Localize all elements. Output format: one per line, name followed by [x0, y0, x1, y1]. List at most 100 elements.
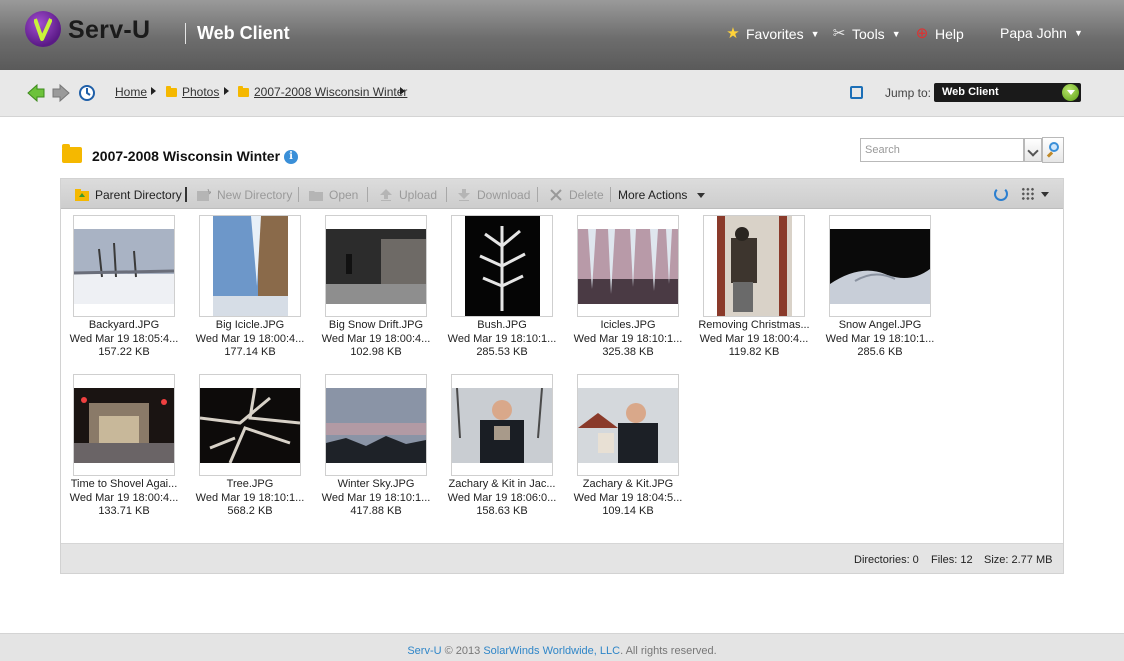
file-name: Zachary & Kit.JPG	[582, 478, 674, 490]
open-button[interactable]: Open	[309, 188, 358, 202]
file-date: Wed Mar 19 18:10:1...	[321, 491, 431, 504]
file-date: Wed Mar 19 18:10:1...	[825, 332, 935, 345]
file-date: Wed Mar 19 18:00:4...	[69, 491, 179, 504]
upload-label: Upload	[399, 188, 438, 202]
footer-product-link[interactable]: Serv-U	[407, 645, 441, 657]
file-size: 417.88 KB	[350, 505, 402, 517]
external-link-icon[interactable]	[850, 86, 863, 99]
breadcrumb-arrow-icon	[224, 87, 229, 95]
file-size: 102.98 KB	[350, 346, 402, 358]
file-date: Wed Mar 19 18:06:0...	[447, 491, 557, 504]
refresh-icon[interactable]	[994, 187, 1008, 201]
app-header: Serv-U Web Client ★ Favorites ▼ ✂ Tools …	[0, 0, 1124, 70]
new-folder-icon	[197, 189, 211, 201]
help-link[interactable]: ⊕ Help	[913, 25, 964, 43]
breadcrumb-current[interactable]: 2007-2008 Wisconsin Winter	[238, 85, 407, 99]
folder-icon	[166, 85, 177, 97]
folder-icon	[62, 144, 82, 163]
back-arrow-icon[interactable]	[26, 83, 46, 103]
file-date: Wed Mar 19 18:00:4...	[321, 332, 431, 345]
file-tile[interactable]: Time to Shovel Agai... Wed Mar 19 18:00:…	[61, 374, 187, 519]
new-directory-label: New Directory	[217, 188, 293, 202]
search-input[interactable]	[860, 138, 1024, 162]
file-tile[interactable]: Zachary & Kit in Jac... Wed Mar 19 18:06…	[439, 374, 565, 519]
user-name: Papa John	[1000, 25, 1067, 41]
file-size: 568.2 KB	[227, 505, 273, 517]
file-tile[interactable]: Bush.JPG Wed Mar 19 18:10:1... 285.53 KB	[439, 215, 565, 360]
file-tile[interactable]: Tree.JPG Wed Mar 19 18:10:1... 568.2 KB	[187, 374, 313, 519]
tools-menu[interactable]: ✂ Tools ▼	[830, 25, 901, 43]
file-size: 158.63 KB	[476, 505, 528, 517]
file-tile[interactable]: Zachary & Kit.JPG Wed Mar 19 18:04:5... …	[565, 374, 691, 519]
grid-view-icon[interactable]	[1021, 187, 1035, 201]
download-label: Download	[477, 188, 531, 202]
file-name: Backyard.JPG	[88, 319, 160, 331]
footer-copyright: © 2013	[441, 645, 484, 657]
thumbnail-image	[73, 215, 175, 317]
favorites-label: Favorites	[746, 26, 804, 42]
total-size: Size: 2.77 MB	[984, 554, 1053, 566]
new-directory-button[interactable]: New Directory	[197, 188, 292, 202]
file-name: Bush.JPG	[477, 319, 527, 331]
directories-count: Directories: 0	[854, 554, 919, 566]
file-date: Wed Mar 19 18:10:1...	[447, 332, 557, 345]
file-size: 119.82 KB	[728, 346, 780, 358]
jump-to-select[interactable]: Web Client	[934, 83, 1081, 102]
search-icon-handle	[1046, 151, 1054, 158]
file-tile[interactable]: Big Icicle.JPG Wed Mar 19 18:00:4... 177…	[187, 215, 313, 360]
file-tile[interactable]: Snow Angel.JPG Wed Mar 19 18:10:1... 285…	[817, 215, 943, 360]
history-clock-icon[interactable]	[77, 83, 97, 103]
file-name: Big Icicle.JPG	[215, 319, 285, 331]
parent-directory-button[interactable]: Parent Directory	[75, 188, 182, 202]
file-tile[interactable]: Backyard.JPG Wed Mar 19 18:05:4... 157.2…	[61, 215, 187, 360]
upload-button[interactable]: Upload	[379, 188, 437, 202]
download-button[interactable]: Download	[457, 188, 530, 202]
footer-rights: . All rights reserved.	[620, 645, 717, 657]
search-options-chevron-icon[interactable]	[1024, 138, 1042, 162]
file-tile[interactable]: Big Snow Drift.JPG Wed Mar 19 18:00:4...…	[313, 215, 439, 360]
breadcrumb-arrow-icon	[400, 87, 405, 95]
file-name: Tree.JPG	[226, 478, 274, 490]
delete-button[interactable]: Delete	[549, 188, 604, 202]
footer-company-link[interactable]: SolarWinds Worldwide, LLC	[483, 645, 620, 657]
thumbnail-image	[199, 215, 301, 317]
download-icon	[458, 189, 470, 201]
breadcrumb-home[interactable]: Home	[115, 85, 147, 99]
file-name: Icicles.JPG	[600, 319, 656, 331]
user-menu[interactable]: Papa John ▼	[1000, 25, 1083, 41]
chevron-down-icon[interactable]	[1041, 192, 1049, 197]
file-date: Wed Mar 19 18:04:5...	[573, 491, 683, 504]
chevron-down-icon: ▼	[810, 29, 820, 39]
file-date: Wed Mar 19 18:10:1...	[573, 332, 683, 345]
file-tile[interactable]: Removing Christmas... Wed Mar 19 18:00:4…	[691, 215, 817, 360]
search-button[interactable]	[1042, 137, 1064, 163]
breadcrumb-photos[interactable]: Photos	[166, 85, 219, 99]
breadcrumb-arrow-icon	[151, 87, 156, 95]
info-icon[interactable]: i	[284, 150, 298, 164]
files-count: Files: 12	[931, 554, 973, 566]
file-size: 325.38 KB	[602, 346, 654, 358]
file-tile[interactable]: Icicles.JPG Wed Mar 19 18:10:1... 325.38…	[565, 215, 691, 360]
toolbar-divider	[537, 187, 538, 202]
page-title: 2007-2008 Wisconsin Winter	[92, 148, 281, 164]
thumbnail-image	[199, 374, 301, 476]
file-name: Time to Shovel Agai...	[70, 478, 178, 490]
folder-icon	[238, 85, 249, 97]
thumbnail-image	[577, 215, 679, 317]
tools-icon: ✂	[832, 25, 846, 42]
more-actions-button[interactable]: More Actions	[618, 188, 706, 202]
status-bar: Directories: 0 Files: 12 Size: 2.77 MB	[61, 543, 1063, 573]
breadcrumb-home-label: Home	[115, 85, 148, 99]
file-tile[interactable]: Winter Sky.JPG Wed Mar 19 18:10:1... 417…	[313, 374, 439, 519]
file-name: Removing Christmas...	[698, 319, 810, 331]
dropdown-arrow-icon[interactable]	[1062, 84, 1079, 101]
toolbar-divider	[367, 187, 368, 202]
file-date: Wed Mar 19 18:00:4...	[699, 332, 809, 345]
forward-arrow-icon[interactable]	[51, 83, 71, 103]
star-icon: ★	[726, 25, 740, 42]
favorites-menu[interactable]: ★ Favorites ▼	[724, 25, 820, 43]
file-date: Wed Mar 19 18:10:1...	[195, 491, 305, 504]
toolbar-divider	[185, 187, 187, 202]
file-name: Zachary & Kit in Jac...	[448, 478, 556, 490]
jump-to-value: Web Client	[942, 86, 999, 98]
